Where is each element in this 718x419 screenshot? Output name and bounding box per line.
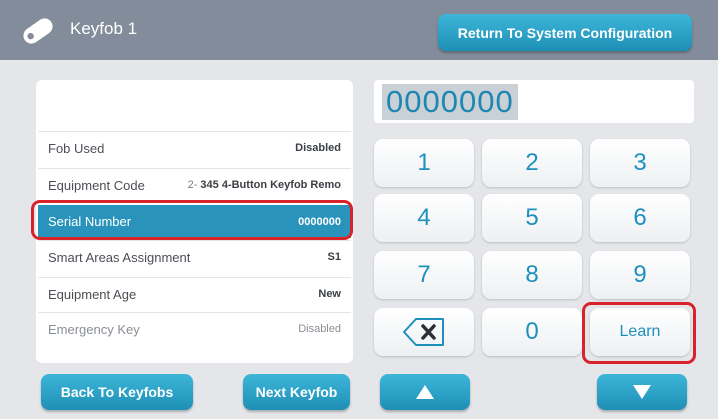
scroll-up-button[interactable] [380, 374, 470, 410]
arrow-up-icon [416, 385, 434, 399]
setting-row-equipment-code[interactable]: Equipment Code 2- 345 4-Button Keyfob Rem… [38, 168, 351, 201]
setting-value: S1 [327, 251, 341, 263]
setting-label: Emergency Key [48, 321, 140, 337]
setting-row-smart-areas-assignment[interactable]: Smart Areas Assignment S1 [38, 240, 351, 273]
arrow-down-icon [633, 385, 651, 399]
keypad-key-2[interactable]: 2 [482, 139, 582, 187]
setting-label: Equipment Code [48, 177, 145, 193]
keypad-key-4[interactable]: 4 [374, 194, 474, 242]
setting-row-serial-number[interactable]: Serial Number 0000000 [38, 205, 351, 238]
learn-button[interactable]: Learn [590, 308, 690, 356]
setting-label: Equipment Age [48, 286, 137, 302]
keypad-key-1[interactable]: 1 [374, 139, 474, 187]
setting-label: Fob Used [48, 140, 105, 156]
settings-list: Fob Used Disabled Equipment Code 2- 345 4… [36, 80, 353, 363]
keypad-key-0[interactable]: 0 [482, 308, 582, 356]
setting-value: 2- 345 4-Button Keyfob Remo [188, 179, 341, 191]
setting-value: Disabled [295, 142, 341, 154]
serial-number-display[interactable]: 0000000 [374, 80, 694, 123]
setting-value-text: 345 4-Button Keyfob Remo [200, 179, 341, 191]
backspace-button[interactable] [374, 308, 474, 356]
scroll-down-button[interactable] [597, 374, 687, 410]
keypad-key-7[interactable]: 7 [374, 251, 474, 299]
setting-value: Disabled [298, 323, 341, 335]
keypad-key-6[interactable]: 6 [590, 194, 690, 242]
setting-value: 0000000 [298, 215, 341, 228]
back-to-keyfobs-button[interactable]: Back To Keyfobs [41, 374, 193, 410]
return-to-system-configuration-button[interactable]: Return To System Configuration [438, 14, 692, 51]
keypad-key-5[interactable]: 5 [482, 194, 582, 242]
setting-label: Smart Areas Assignment [48, 249, 191, 265]
keyfob-icon [23, 18, 53, 44]
next-keyfob-button[interactable]: Next Keyfob [243, 374, 350, 410]
page-title: Keyfob 1 [70, 19, 138, 38]
keyfob-settings-screen: Keyfob 1 Return To System Configuration … [0, 0, 718, 419]
setting-row-fob-used[interactable]: Fob Used Disabled [38, 131, 351, 164]
keypad-key-8[interactable]: 8 [482, 251, 582, 299]
backspace-icon [403, 318, 444, 346]
keypad-key-9[interactable]: 9 [590, 251, 690, 299]
setting-row-equipment-age[interactable]: Equipment Age New [38, 277, 351, 310]
setting-row-emergency-key[interactable]: Emergency Key Disabled [38, 312, 351, 345]
header-bar: Keyfob 1 Return To System Configuration [0, 0, 718, 60]
serial-number-entry: 0000000 [382, 84, 518, 120]
setting-value: New [318, 288, 341, 300]
setting-value-prefix: 2- [187, 179, 198, 191]
setting-label: Serial Number [48, 214, 132, 229]
keypad-key-3[interactable]: 3 [590, 139, 690, 187]
